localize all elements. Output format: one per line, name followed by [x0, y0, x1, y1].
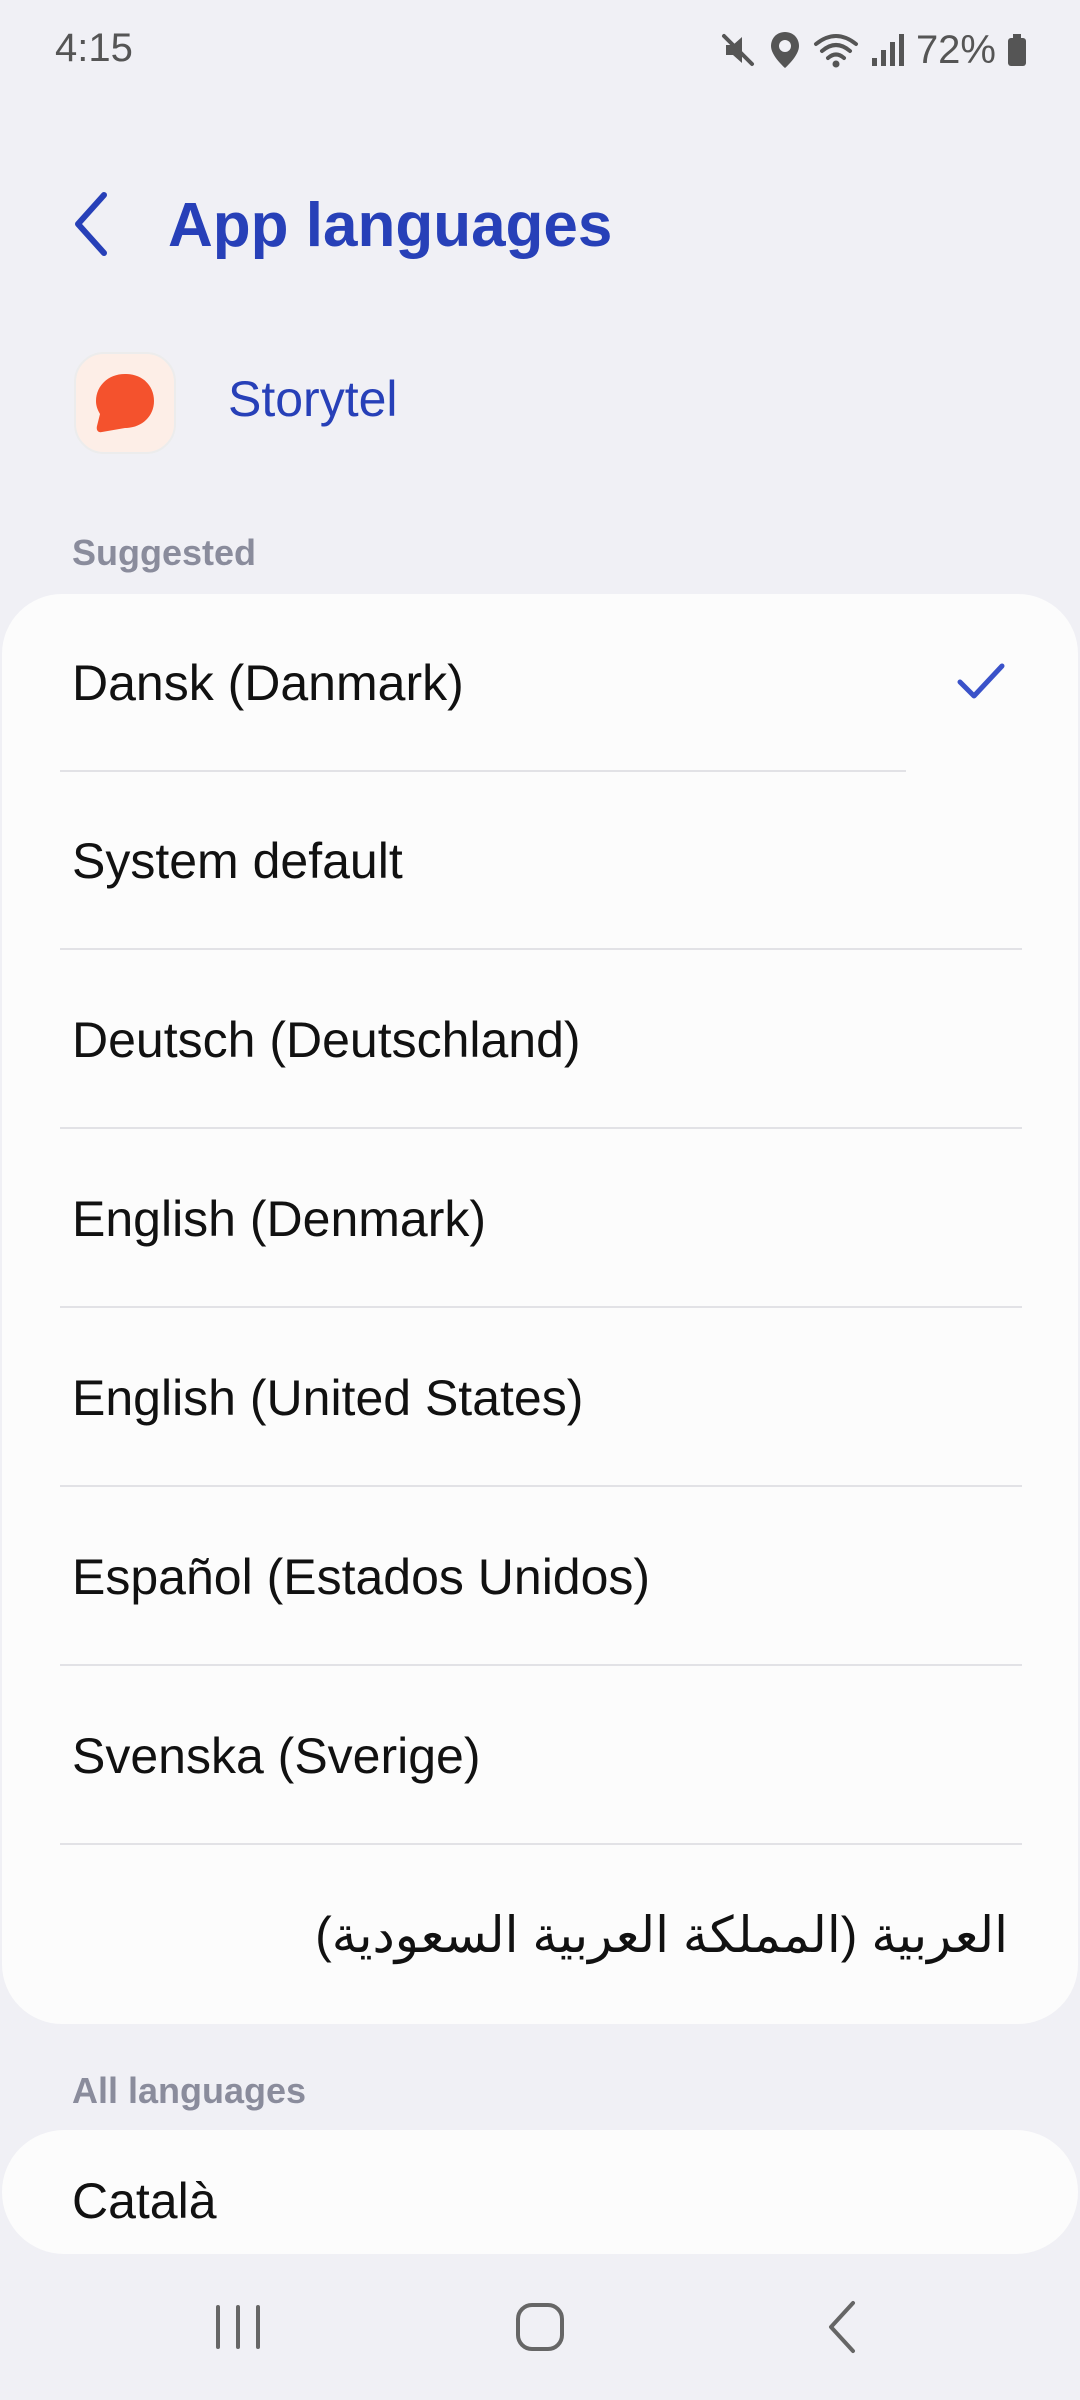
section-label-suggested: Suggested — [72, 532, 257, 573]
divider — [60, 1485, 1022, 1487]
language-label: Deutsch (Deutschland) — [72, 1012, 581, 1068]
divider — [60, 948, 1022, 950]
status-bar: 4:15 72% — [0, 0, 1080, 100]
page-title: App languages — [168, 191, 613, 260]
divider — [60, 1664, 1022, 1666]
divider — [60, 1306, 1022, 1308]
language-label: System default — [72, 833, 403, 889]
language-label: Svenska (Sverige) — [72, 1728, 481, 1784]
language-item-arabic[interactable]: العربية (المملكة العربية السعودية) — [2, 1846, 1078, 2024]
back-icon — [829, 2301, 855, 2353]
status-icons: 72% — [718, 24, 1028, 76]
storytel-logo-icon — [96, 374, 154, 433]
language-item-system-default[interactable]: System default — [2, 772, 1078, 950]
home-icon — [516, 2303, 564, 2351]
language-item-dansk[interactable]: Dansk (Danmark) — [2, 594, 1078, 772]
suggested-languages-card: Dansk (Danmark) System default Deutsch (… — [2, 594, 1078, 2024]
language-label: English (Denmark) — [72, 1191, 487, 1247]
status-time: 4:15 — [55, 26, 133, 70]
language-item-english-denmark[interactable]: English (Denmark) — [2, 1130, 1078, 1308]
language-item-catala[interactable]: Català — [2, 2130, 1078, 2254]
all-languages-card: Català — [2, 2130, 1078, 2254]
battery-icon — [1006, 30, 1028, 70]
wifi-icon — [812, 30, 860, 70]
language-label: Dansk (Danmark) — [72, 655, 464, 711]
home-button[interactable] — [460, 2254, 620, 2400]
navigation-bar — [0, 2254, 1080, 2400]
mute-icon — [718, 30, 758, 70]
language-item-english-us[interactable]: English (United States) — [2, 1309, 1078, 1487]
language-label: العربية (المملكة العربية السعودية) — [315, 1907, 1008, 1963]
divider — [60, 1127, 1022, 1129]
battery-percentage: 72% — [915, 27, 996, 72]
back-button[interactable] — [60, 186, 124, 266]
nav-back-button[interactable] — [762, 2254, 922, 2400]
section-label-all-languages: All languages — [72, 2070, 307, 2111]
language-label: Español (Estados Unidos) — [72, 1549, 651, 1605]
language-item-deutsch[interactable]: Deutsch (Deutschland) — [2, 951, 1078, 1129]
back-chevron-icon — [72, 189, 112, 264]
recents-icon — [216, 2305, 260, 2349]
signal-icon — [870, 30, 906, 70]
language-label: English (United States) — [72, 1370, 584, 1426]
location-icon — [768, 30, 802, 70]
language-item-espanol-us[interactable]: Español (Estados Unidos) — [2, 1488, 1078, 1666]
language-item-svenska[interactable]: Svenska (Sverige) — [2, 1667, 1078, 1845]
check-icon — [957, 663, 1005, 699]
divider — [60, 1843, 1022, 1845]
recents-button[interactable] — [158, 2254, 318, 2400]
app-name: Storytel — [228, 371, 398, 427]
language-label: Català — [72, 2173, 217, 2229]
storytel-app-icon — [74, 352, 176, 454]
